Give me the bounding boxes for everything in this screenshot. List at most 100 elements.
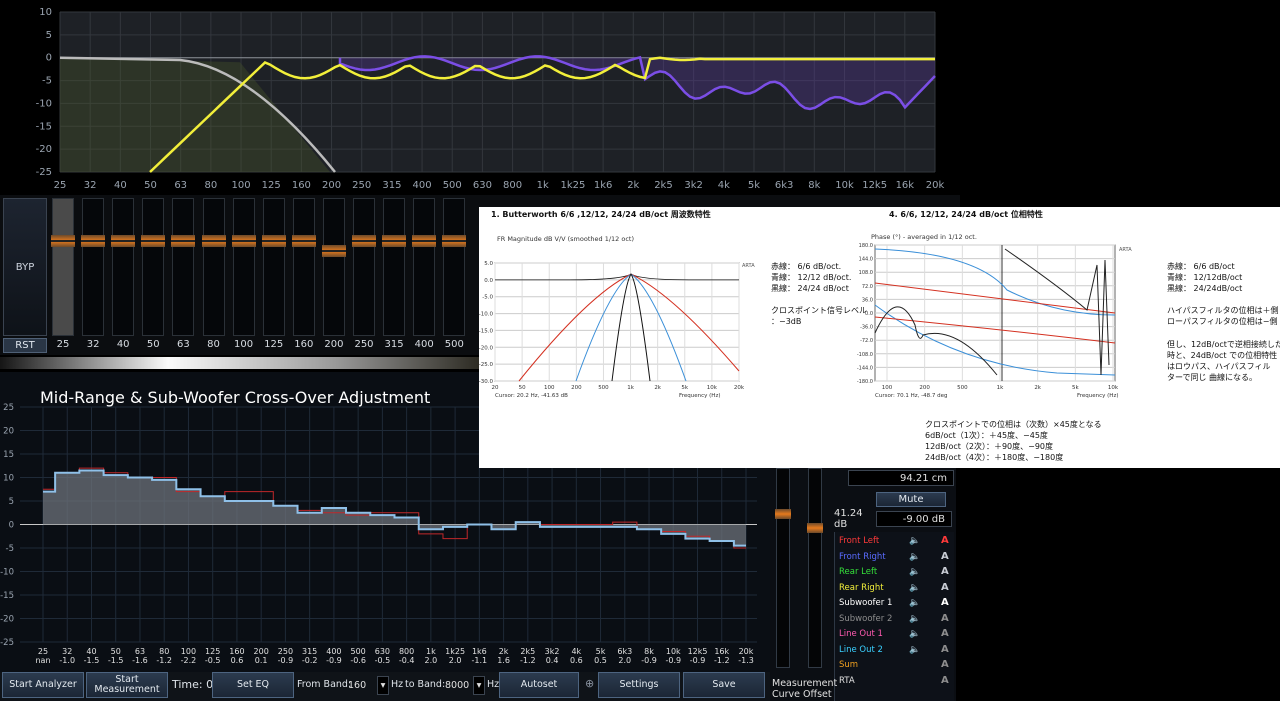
magnitude-chart: FR Magnitude dB V/V (smoothed 1/12 oct) 5… bbox=[479, 235, 755, 399]
start-measurement-button[interactable]: Start Measurement bbox=[86, 672, 168, 698]
speaker-icon[interactable]: 🔈 bbox=[909, 552, 920, 562]
eq-band-slider[interactable] bbox=[141, 198, 166, 336]
x-value-label: -0.2 bbox=[302, 656, 318, 665]
autoset-button[interactable]: Autoset bbox=[499, 672, 579, 698]
channel-item[interactable]: Subwoofer 2 bbox=[839, 614, 892, 624]
arta-label: ARTA bbox=[1119, 247, 1132, 253]
eq-band-slider[interactable] bbox=[171, 198, 196, 336]
channel-item[interactable]: Line Out 2 bbox=[839, 645, 883, 655]
to-band-input[interactable]: 8000 bbox=[441, 676, 475, 695]
channel-item[interactable]: Rear Left bbox=[839, 567, 877, 577]
eq-band-slider[interactable] bbox=[412, 198, 437, 336]
eq-band-slider[interactable] bbox=[321, 198, 346, 336]
auto-icon[interactable]: A bbox=[941, 597, 949, 608]
eq-band-slider[interactable] bbox=[231, 198, 256, 336]
channel-item[interactable]: Sum bbox=[839, 660, 858, 670]
eq-band-slider[interactable] bbox=[81, 198, 106, 336]
slider-knob[interactable] bbox=[412, 235, 437, 247]
mute-button[interactable]: Mute bbox=[876, 492, 946, 507]
slider-knob[interactable] bbox=[201, 235, 226, 247]
auto-icon[interactable]: A bbox=[941, 675, 949, 686]
crosshair-icon[interactable]: ⊕ bbox=[585, 677, 594, 690]
bypass-button[interactable]: BYP bbox=[3, 198, 47, 336]
slider-knob[interactable] bbox=[442, 235, 467, 247]
channel-item[interactable]: Rear Right bbox=[839, 583, 884, 593]
x-tick-label: 10k bbox=[666, 647, 681, 656]
distance-field[interactable]: 94.21 cm bbox=[848, 470, 954, 486]
x-tick-label: 315 bbox=[382, 180, 401, 191]
channel-item[interactable]: Front Right bbox=[839, 552, 886, 562]
slider-knob[interactable] bbox=[141, 235, 166, 247]
eq-response-graph: 1050-5-10-15-20-2525 32 40 50 63 80 100 125 160 2… bbox=[36, 7, 945, 191]
arta-label: ARTA bbox=[742, 263, 755, 269]
auto-icon[interactable]: A bbox=[941, 613, 949, 624]
speaker-icon[interactable]: 🔈 bbox=[909, 583, 920, 593]
slider-knob[interactable] bbox=[775, 509, 791, 519]
x-tick-label: 20 bbox=[492, 385, 499, 391]
slider-knob[interactable] bbox=[321, 245, 346, 257]
eq-band-slider[interactable] bbox=[352, 198, 376, 336]
eq-band-slider[interactable] bbox=[261, 198, 286, 336]
slider-knob[interactable] bbox=[51, 235, 75, 247]
eq-band-slider[interactable] bbox=[382, 198, 407, 336]
x-value-label: 0.6 bbox=[570, 656, 583, 665]
eq-band-slider[interactable] bbox=[291, 198, 316, 336]
slider-knob[interactable] bbox=[111, 235, 136, 247]
crosspoint-phase-note: 24dB/oct（4次）：＋180度、−180度 bbox=[925, 453, 1064, 462]
x-tick-label: 630 bbox=[473, 180, 492, 191]
slider-knob[interactable] bbox=[171, 235, 196, 247]
speaker-icon[interactable]: 🔈 bbox=[909, 629, 920, 639]
slider-knob[interactable] bbox=[81, 235, 106, 247]
eq-band-slider[interactable] bbox=[111, 198, 136, 336]
x-tick-label: 400 bbox=[326, 647, 341, 656]
slider-knob[interactable] bbox=[261, 235, 286, 247]
auto-icon[interactable]: A bbox=[941, 551, 949, 562]
slider-knob[interactable] bbox=[382, 235, 407, 247]
eq-band-slider[interactable] bbox=[201, 198, 226, 336]
auto-icon[interactable]: A bbox=[941, 582, 949, 593]
slider-knob[interactable] bbox=[231, 235, 256, 247]
curve-offset-slider[interactable] bbox=[775, 468, 791, 668]
auto-icon[interactable]: A bbox=[941, 644, 949, 655]
channel-item[interactable]: Front Left bbox=[839, 536, 879, 546]
x-value-label: 2.0 bbox=[424, 656, 437, 665]
eq-band-slider[interactable] bbox=[51, 198, 75, 336]
reset-button[interactable]: RST bbox=[3, 338, 47, 353]
slider-knob[interactable] bbox=[352, 235, 376, 247]
speaker-icon[interactable]: 🔈 bbox=[909, 645, 920, 655]
auto-icon[interactable]: A bbox=[941, 659, 949, 670]
speaker-icon[interactable]: 🔈 bbox=[909, 536, 920, 546]
speaker-icon[interactable]: 🔈 bbox=[909, 598, 920, 608]
auto-icon[interactable]: A bbox=[941, 566, 949, 577]
gradient-bar bbox=[0, 357, 480, 369]
start-analyzer-button[interactable]: Start Analyzer bbox=[2, 672, 84, 698]
auto-icon[interactable]: A bbox=[941, 535, 949, 546]
gain-field[interactable]: -9.00 dB bbox=[876, 511, 952, 527]
from-band-input[interactable]: 160 bbox=[344, 676, 378, 695]
x-tick-label: 3k2 bbox=[545, 647, 560, 656]
settings-button[interactable]: Settings bbox=[598, 672, 680, 698]
channel-item[interactable]: Line Out 1 bbox=[839, 629, 883, 639]
channel-item[interactable]: RTA bbox=[839, 676, 855, 686]
x-tick-label: 200 bbox=[571, 385, 582, 391]
x-tick-label: 12k5 bbox=[688, 647, 708, 656]
slider-knob[interactable] bbox=[807, 523, 823, 533]
to-band-dropdown-icon[interactable]: ▾ bbox=[473, 676, 485, 695]
level-slider[interactable] bbox=[807, 468, 823, 668]
from-band-dropdown-icon[interactable]: ▾ bbox=[377, 676, 389, 695]
x-value-label: -1.5 bbox=[108, 656, 124, 665]
auto-icon[interactable]: A bbox=[941, 628, 949, 639]
legend-text: 黒線： 24/24dB/oct bbox=[1167, 284, 1243, 293]
channel-item[interactable]: Subwoofer 1 bbox=[839, 598, 892, 608]
save-button[interactable]: Save bbox=[683, 672, 765, 698]
eq-band-slider[interactable] bbox=[442, 198, 467, 336]
set-eq-button[interactable]: Set EQ bbox=[212, 672, 294, 698]
x-tick-label: 16k bbox=[714, 647, 729, 656]
speaker-icon[interactable]: 🔈 bbox=[909, 567, 920, 577]
slider-knob[interactable] bbox=[291, 235, 316, 247]
y-tick-label: -20.0 bbox=[479, 345, 493, 351]
x-tick-label: 8k bbox=[808, 180, 820, 191]
band-label: 200 bbox=[324, 339, 344, 350]
x-tick-label: 2k bbox=[1034, 385, 1041, 391]
speaker-icon[interactable]: 🔈 bbox=[909, 614, 920, 624]
